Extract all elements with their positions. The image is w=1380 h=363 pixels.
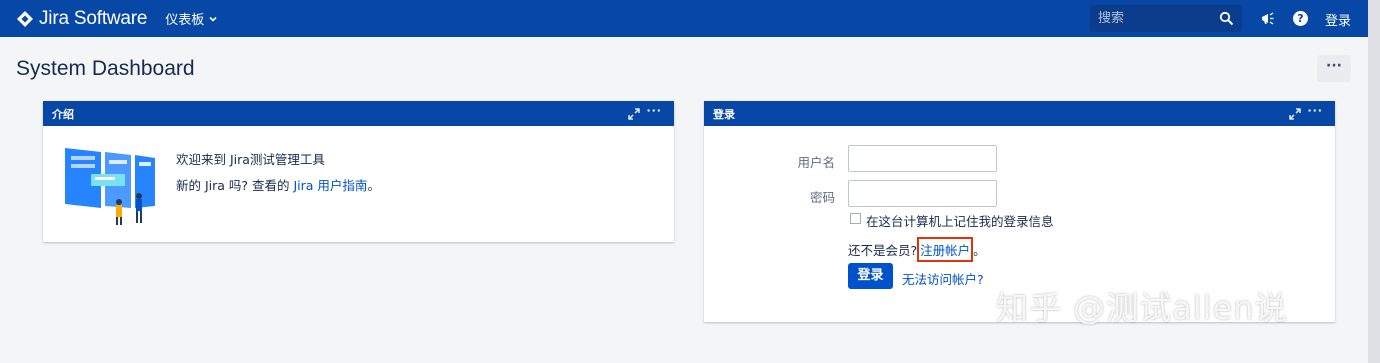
signup-prompt: 还不是会员? 注册帐户。 — [848, 237, 986, 262]
intro-gadget: 介绍 ··· 欢迎来到 Jira测试管理工具 新的 Jira 吗? 查看的 Ji… — [43, 101, 674, 242]
new-to-jira-text: 新的 Jira 吗? 查看的 Jira 用户指南。 — [176, 173, 380, 199]
maximize-icon[interactable] — [1289, 108, 1301, 120]
help-icon[interactable]: ? — [1293, 11, 1308, 26]
intro-gadget-title: 介绍 — [52, 107, 74, 121]
watermark: 知乎 @测试allen说 — [996, 289, 1288, 327]
login-link[interactable]: 登录 — [1325, 10, 1351, 29]
new-to-jira-prefix: 新的 Jira 吗? 查看的 — [176, 178, 294, 193]
intro-gadget-header: 介绍 ··· — [43, 101, 674, 126]
intro-text: 欢迎来到 Jira测试管理工具 新的 Jira 吗? 查看的 Jira 用户指南… — [176, 147, 380, 199]
top-navigation-bar: Jira Software 仪表板 ? 登录 — [0, 0, 1368, 37]
welcome-text: 欢迎来到 Jira测试管理工具 — [176, 152, 325, 167]
password-label: 密码 — [809, 190, 835, 205]
remember-me-label[interactable]: 在这台计算机上记住我的登录信息 — [866, 211, 1054, 230]
signup-prompt-suffix: 。 — [973, 243, 986, 258]
chevron-down-icon — [209, 16, 217, 22]
search-box — [1090, 5, 1242, 32]
login-gadget-menu[interactable]: ··· — [1307, 104, 1323, 117]
dashboard-more-button[interactable]: ··· — [1317, 55, 1351, 82]
megaphone-icon[interactable] — [1260, 11, 1275, 26]
app-name: Jira Software — [39, 7, 148, 29]
scrollbar[interactable] — [1368, 0, 1380, 363]
maximize-icon[interactable] — [628, 108, 640, 120]
jira-logo-icon — [17, 10, 33, 27]
signup-prompt-prefix: 还不是会员? — [848, 243, 918, 258]
dashboards-menu-label: 仪表板 — [165, 13, 205, 28]
username-field[interactable] — [848, 145, 997, 172]
intro-gadget-menu[interactable]: ··· — [646, 104, 662, 117]
search-icon[interactable] — [1219, 11, 1234, 26]
register-account-link[interactable]: 注册帐户 — [917, 237, 974, 262]
search-input[interactable] — [1098, 11, 1208, 26]
login-gadget-title: 登录 — [713, 107, 735, 121]
new-to-jira-suffix: 。 — [367, 178, 380, 193]
login-gadget-header: 登录 ··· — [704, 101, 1335, 126]
page-title: System Dashboard — [16, 57, 195, 80]
jira-logo[interactable]: Jira Software — [16, 8, 147, 30]
password-field[interactable] — [848, 180, 997, 207]
username-label: 用户名 — [797, 155, 835, 170]
cant-access-account-link[interactable]: 无法访问帐户? — [902, 269, 984, 288]
login-button[interactable]: 登录 — [848, 263, 893, 289]
dashboards-menu[interactable]: 仪表板 — [165, 9, 217, 28]
welcome-illustration — [65, 148, 155, 225]
remember-me-checkbox[interactable] — [850, 213, 861, 224]
user-guide-link[interactable]: Jira 用户指南 — [294, 178, 368, 193]
